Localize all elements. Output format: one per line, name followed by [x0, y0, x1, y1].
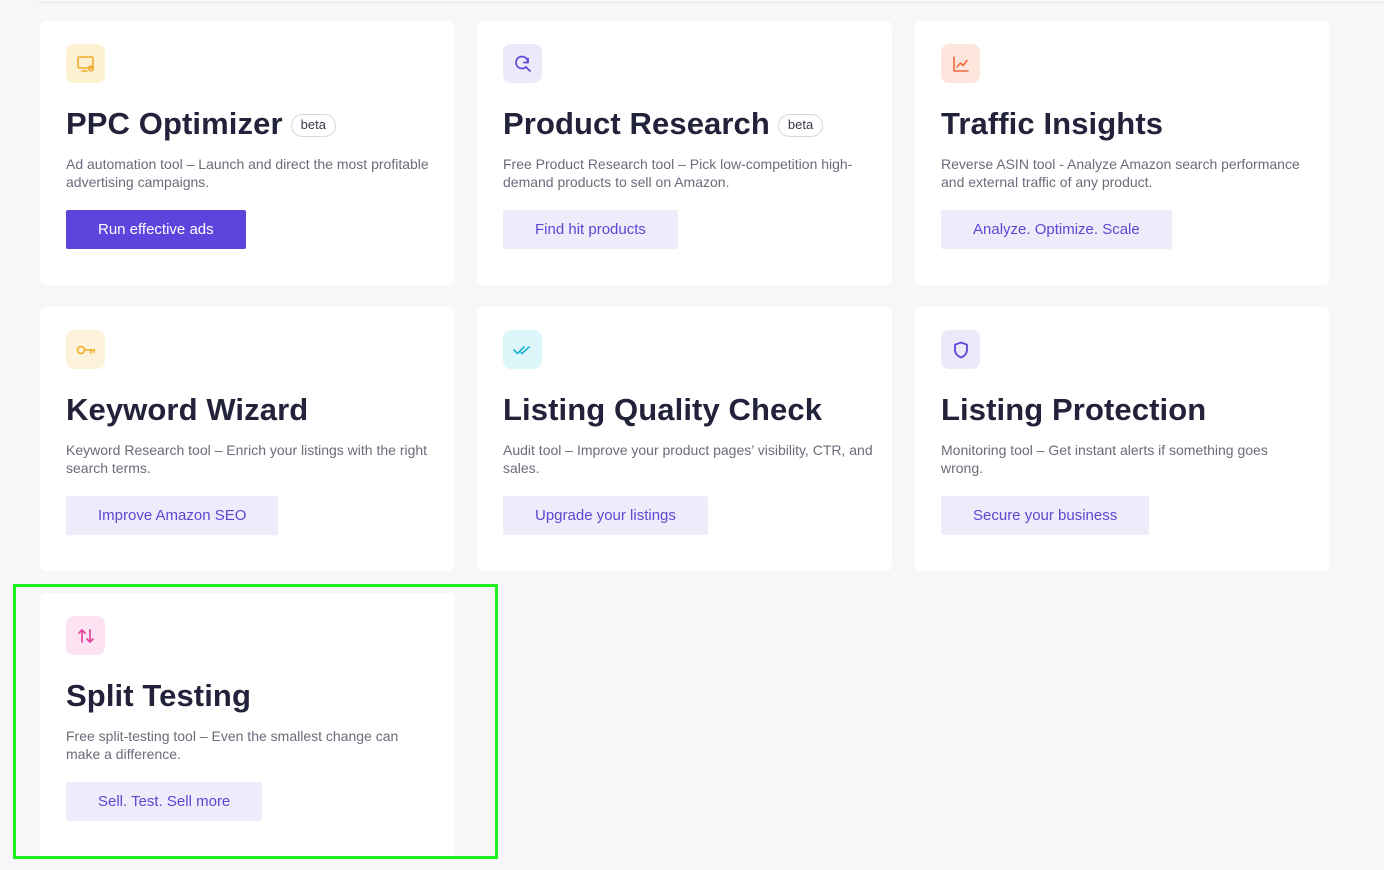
- tool-card-product-research: Product Research beta Free Product Resea…: [477, 21, 892, 285]
- tool-description: Reverse ASIN tool - Analyze Amazon searc…: [941, 156, 1300, 190]
- tool-description: Free Product Research tool – Pick low-co…: [503, 156, 853, 190]
- secure-your-business-button[interactable]: Secure your business: [941, 496, 1150, 535]
- tool-title: Traffic Insights: [941, 106, 1164, 141]
- monitor-gear-icon: [66, 44, 105, 83]
- tool-description: Keyword Research tool – Enrich your list…: [66, 442, 428, 476]
- tool-card-keyword-wizard: Keyword Wizard Keyword Research tool – E…: [40, 307, 455, 571]
- arrows-up-down-icon: [66, 616, 105, 655]
- tool-card-listing-quality-check: Listing Quality Check Audit tool – Impro…: [477, 307, 892, 571]
- tool-title: Keyword Wizard: [66, 392, 309, 427]
- tool-title: Listing Quality Check: [503, 392, 823, 427]
- line-chart-icon: [941, 44, 980, 83]
- tool-description: Audit tool – Improve your product pages’…: [503, 442, 873, 476]
- top-divider: [38, 2, 1384, 3]
- tool-title: Product Research: [503, 106, 770, 141]
- tool-card-split-testing: Split Testing Free split-testing tool – …: [40, 593, 455, 857]
- find-hit-products-button[interactable]: Find hit products: [503, 210, 678, 249]
- tool-description: Ad automation tool – Launch and direct t…: [66, 156, 429, 190]
- search-refresh-icon: [503, 44, 542, 83]
- tool-card-ppc-optimizer: PPC Optimizer beta Ad automation tool – …: [40, 21, 455, 285]
- analyze-optimize-scale-button[interactable]: Analyze. Optimize. Scale: [941, 210, 1172, 249]
- tool-card-traffic-insights: Traffic Insights Reverse ASIN tool - Ana…: [915, 21, 1330, 285]
- tool-description: Free split-testing tool – Even the small…: [66, 728, 399, 762]
- tool-title: PPC Optimizer: [66, 106, 283, 141]
- run-effective-ads-button[interactable]: Run effective ads: [66, 210, 246, 249]
- tool-card-listing-protection: Listing Protection Monitoring tool – Get…: [915, 307, 1330, 571]
- sell-test-sell-more-button[interactable]: Sell. Test. Sell more: [66, 782, 263, 821]
- improve-amazon-seo-button[interactable]: Improve Amazon SEO: [66, 496, 279, 535]
- double-check-icon: [503, 330, 542, 369]
- tool-title: Listing Protection: [941, 392, 1207, 427]
- beta-badge: beta: [290, 113, 336, 137]
- tool-title: Split Testing: [66, 678, 251, 713]
- beta-badge: beta: [777, 113, 824, 137]
- key-icon: [66, 330, 105, 369]
- upgrade-your-listings-button[interactable]: Upgrade your listings: [503, 496, 708, 535]
- shield-icon: [941, 330, 980, 369]
- tool-description: Monitoring tool – Get instant alerts if …: [941, 442, 1268, 476]
